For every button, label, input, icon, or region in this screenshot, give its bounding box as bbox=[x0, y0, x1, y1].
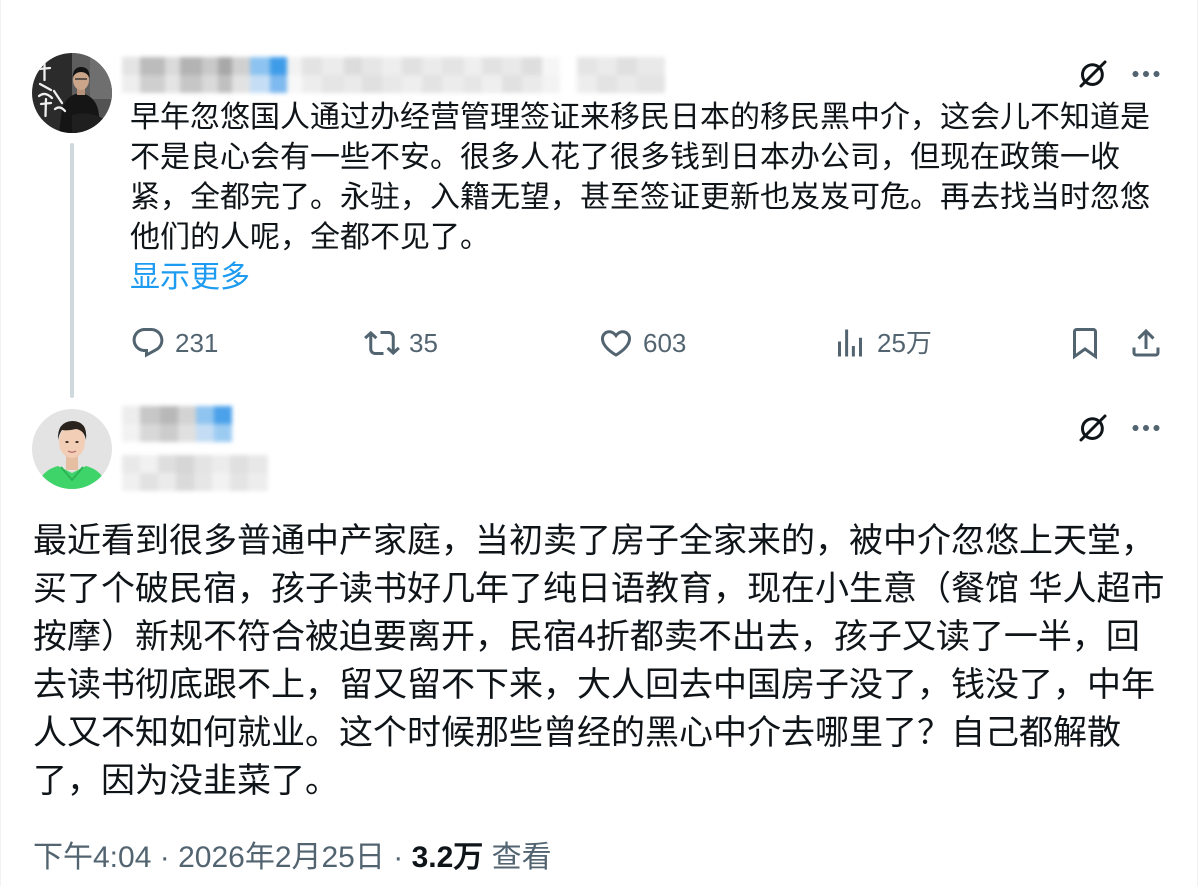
separator-dot: · bbox=[159, 841, 170, 874]
show-more-link[interactable]: 显示更多 bbox=[130, 258, 250, 298]
parent-tweet[interactable]: 早年忽悠国人通过办经营管理签证来移民日本的移民黑中介，这会儿不知道是 不是良心会… bbox=[0, 0, 1198, 400]
mosaic-row bbox=[122, 455, 268, 473]
tweet-text: 最近看到很多普通中产家庭，当初卖了房子全家来的，被中介忽悠上天堂， 买了个破民宿… bbox=[33, 517, 1193, 805]
tweet-text-line: 最近看到很多普通中产家庭，当初卖了房子全家来的，被中介忽悠上天堂， bbox=[33, 522, 1155, 560]
tweet-time[interactable]: 下午4:04 bbox=[33, 841, 151, 874]
avatar-photo bbox=[32, 53, 112, 133]
mosaic-row bbox=[122, 424, 232, 442]
reply-button[interactable]: 231 bbox=[130, 325, 218, 361]
retweet-button[interactable]: 35 bbox=[364, 325, 438, 361]
main-tweet: 最近看到很多普通中产家庭，当初卖了房子全家来的，被中介忽悠上天堂， 买了个破民宿… bbox=[0, 400, 1198, 886]
tweet-text-line: 了，因为没韭菜了。 bbox=[33, 762, 339, 800]
mosaic-row bbox=[122, 57, 665, 75]
bookmark-button[interactable] bbox=[1067, 325, 1103, 361]
blurred-author-handle[interactable] bbox=[122, 455, 268, 491]
grok-button[interactable] bbox=[1075, 56, 1111, 92]
like-button[interactable]: 603 bbox=[598, 325, 686, 361]
more-options-button[interactable] bbox=[1128, 56, 1164, 92]
views-button[interactable]: 25万 bbox=[832, 325, 932, 361]
tweet-text-line: 买了个破民宿，孩子读书好几年了纯日语教育，现在小生意（餐馆 华人超市 bbox=[33, 570, 1165, 608]
share-button[interactable] bbox=[1128, 325, 1164, 361]
thread-connector-line bbox=[70, 143, 74, 398]
tweet-text-line: 人又不知如何就业。这个时候那些曾经的黑心中介去哪里了？自己都解散 bbox=[33, 714, 1121, 752]
retweet-count: 35 bbox=[409, 328, 438, 358]
grok-button[interactable] bbox=[1075, 410, 1111, 446]
reply-icon bbox=[132, 328, 164, 358]
retweet-icon bbox=[364, 330, 400, 356]
views-icon bbox=[838, 329, 862, 357]
more-icon bbox=[1132, 71, 1160, 77]
view-count-label: 查看 bbox=[491, 841, 552, 874]
tweet-text-line: 早年忽悠国人通过办经营管理签证来移民日本的移民黑中介，这会儿不知道是 bbox=[130, 101, 1150, 134]
tweet-text-line: 去读书彻底跟不上，留又留不下来，大人回去中国房子没了，钱没了，中年 bbox=[33, 666, 1155, 704]
author-avatar[interactable] bbox=[32, 53, 112, 133]
tweet-date[interactable]: 2026年2月25日 bbox=[178, 841, 385, 874]
avatar-photo bbox=[32, 409, 112, 489]
mosaic-row bbox=[122, 75, 665, 93]
more-options-button[interactable] bbox=[1128, 410, 1164, 446]
like-count: 603 bbox=[643, 328, 687, 358]
tweet-text: 早年忽悠国人通过办经营管理签证来移民日本的移民黑中介，这会儿不知道是 不是良心会… bbox=[130, 98, 1190, 258]
separator-dot: · bbox=[393, 841, 404, 874]
blurred-author-name[interactable] bbox=[122, 57, 665, 93]
tweet-text-line: 不是良心会有一些不安。很多人花了很多钱到日本办公司，但现在政策一收 bbox=[130, 141, 1120, 174]
more-icon bbox=[1132, 425, 1160, 431]
tweet-text-line: 紧，全都完了。永驻，入籍无望，甚至签证更新也岌岌可危。再去找当时忽悠 bbox=[130, 181, 1150, 214]
mosaic-row bbox=[122, 406, 232, 424]
grok-icon bbox=[1079, 414, 1107, 442]
mosaic-row bbox=[122, 473, 268, 491]
grok-icon bbox=[1079, 60, 1107, 88]
blurred-author-name[interactable] bbox=[122, 406, 232, 442]
reply-count: 231 bbox=[175, 328, 219, 358]
views-count: 25万 bbox=[877, 328, 932, 358]
share-icon bbox=[1132, 328, 1160, 357]
tweet-text-line: 他们的人呢，全都不见了。 bbox=[130, 221, 490, 254]
bookmark-icon bbox=[1073, 328, 1097, 360]
like-icon bbox=[600, 330, 632, 357]
tweet-meta-row: 下午4:04 · 2026年2月25日 · 3.2万 查看 bbox=[33, 838, 552, 878]
author-avatar[interactable] bbox=[32, 409, 112, 489]
tweet-text-line: 按摩）新规不符合被迫要离开，民宿4折都卖不出去，孩子又读了一半，回 bbox=[33, 618, 1140, 656]
view-count: 3.2万 bbox=[411, 841, 484, 874]
